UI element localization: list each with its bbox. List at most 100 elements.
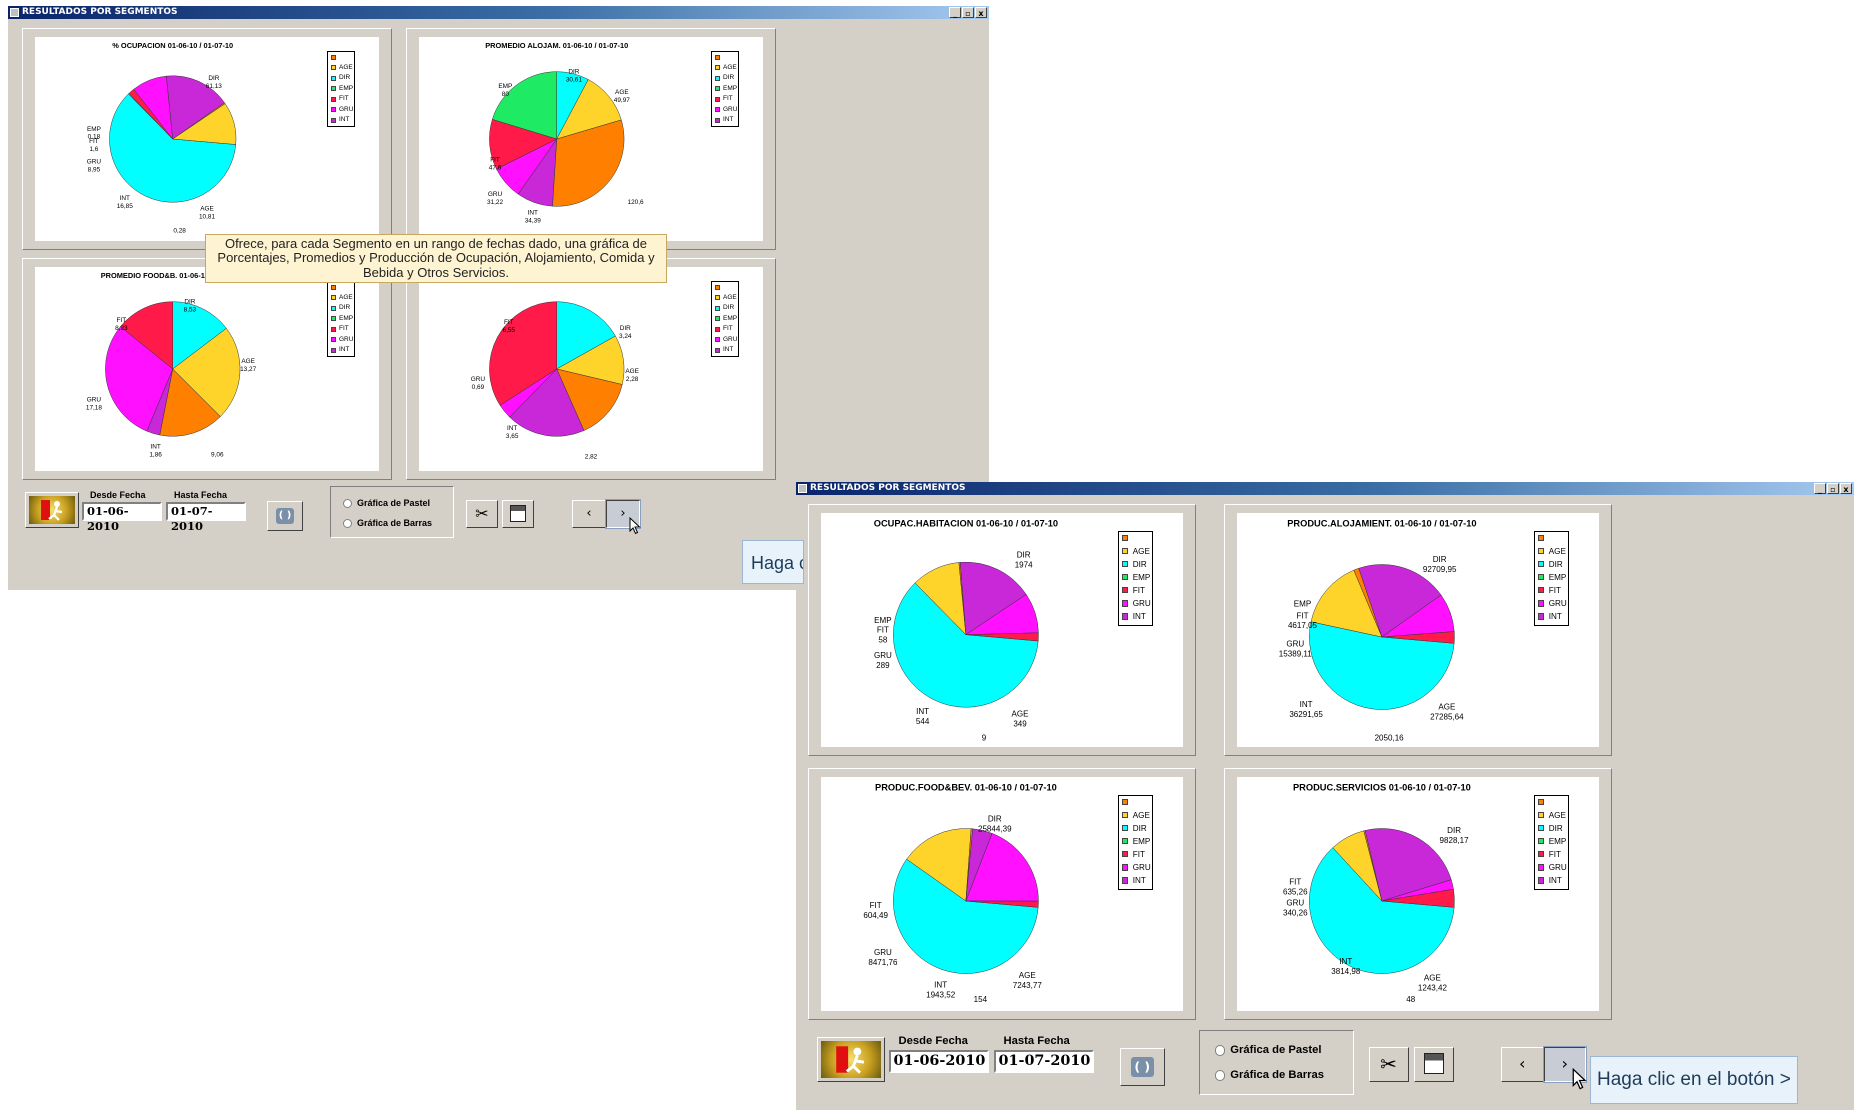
legend-item: AGE — [1119, 545, 1152, 558]
legend-item: EMP — [1119, 835, 1152, 848]
legend-label: DIR — [723, 74, 735, 81]
legend-label: EMP — [1132, 572, 1151, 582]
legend-swatch — [1122, 574, 1129, 581]
legend-item: GRU — [712, 105, 738, 116]
pie-chart-radio[interactable]: Gráfica de Pastel — [1214, 1044, 1322, 1056]
legend-swatch — [1538, 811, 1545, 818]
slice-label-value: 604,49 — [863, 911, 888, 920]
chart-title: PRODUC.ALOJAMIENT. 01-06-10 / 01-07-10 — [1287, 519, 1476, 529]
bar-chart-radio[interactable]: Gráfica de Barras — [1214, 1069, 1324, 1081]
legend-swatch — [331, 316, 336, 321]
exit-button[interactable] — [25, 492, 79, 528]
chart-title: PRODUC.FOOD&BEV. 01-06-10 / 01-07-10 — [875, 783, 1057, 793]
slice-label-value: 9 — [982, 734, 987, 743]
legend-swatch — [715, 316, 720, 321]
slice-label: 2,82 — [585, 454, 598, 461]
slice-label: INT34,39 — [525, 209, 541, 224]
refresh-icon: ( ) — [1131, 1056, 1154, 1077]
slice-label-value: 6,55 — [503, 327, 516, 334]
legend-label: AGE — [723, 293, 737, 301]
title-bar[interactable]: RESULTADOS POR SEGMENTOS _ ▫ x — [8, 6, 989, 19]
legend-item: EMP — [1119, 571, 1152, 584]
from-date-input[interactable]: 01-06-2010 — [888, 1049, 989, 1074]
legend-item: EMP — [712, 84, 738, 95]
slice-label: 9,06 — [211, 451, 224, 458]
slice-label: DIR9828,17 — [1440, 826, 1470, 845]
maximize-button[interactable]: ▫ — [1827, 483, 1839, 494]
maximize-button[interactable]: ▫ — [962, 7, 974, 18]
legend-swatch — [1538, 613, 1545, 620]
legend-swatch — [1122, 600, 1129, 607]
slice-label-value: 154 — [974, 995, 988, 1004]
legend-item: FIT — [1535, 584, 1568, 597]
legend-label: EMP — [1132, 836, 1151, 846]
from-date-label: Desde Fecha — [898, 1034, 968, 1047]
legend-item: FIT — [1119, 584, 1152, 597]
slice-label-value: 2050,16 — [1375, 734, 1405, 743]
slice-label: DIR3,24 — [619, 325, 632, 340]
previous-button[interactable]: ‹ — [1501, 1047, 1544, 1082]
legend-swatch — [715, 305, 720, 311]
minimize-button[interactable]: _ — [949, 7, 961, 18]
slice-label-value: 120,6 — [628, 199, 644, 206]
slice-label-name: EMP — [87, 126, 101, 133]
close-button[interactable]: x — [975, 7, 987, 18]
legend-swatch — [715, 86, 720, 91]
legend-item — [1535, 796, 1568, 809]
to-date-input[interactable]: 01-07-2010 — [166, 502, 246, 533]
cut-button[interactable]: ✂ — [466, 500, 498, 528]
slice-label-value: 3,65 — [506, 433, 519, 440]
chart-type-group: Gráfica de Pastel Gráfica de Barras — [330, 486, 454, 538]
legend-item: FIT — [1119, 848, 1152, 861]
slice-label-name: FIT — [89, 138, 99, 145]
save-button[interactable] — [1413, 1047, 1454, 1082]
legend-label: DIR — [1548, 823, 1563, 833]
legend-item — [1535, 532, 1568, 545]
legend-item: DIR — [1535, 822, 1568, 835]
legend-swatch — [331, 75, 336, 81]
exit-door-icon — [29, 496, 75, 524]
title-bar[interactable]: RESULTADOS POR SEGMENTOS _ ▫ x — [796, 482, 1854, 495]
floppy-disk-icon — [1423, 1053, 1444, 1075]
slice-label-name: GRU — [1286, 639, 1304, 648]
close-button[interactable]: x — [1840, 483, 1852, 494]
legend-swatch — [1538, 864, 1545, 871]
window-title: RESULTADOS POR SEGMENTOS — [22, 7, 178, 17]
slice-label-name: INT — [150, 444, 160, 451]
slice-label: GRU15389,11 — [1279, 639, 1312, 658]
pie-chart-radio[interactable]: Gráfica de Pastel — [343, 498, 430, 509]
slice-label: AGE1243,42 — [1418, 974, 1448, 993]
slice-label-value: 58 — [878, 635, 887, 644]
previous-button[interactable]: ‹ — [572, 500, 606, 528]
slice-label: DIR61,13 — [206, 75, 222, 90]
slice-label-name: FIT — [1289, 878, 1301, 887]
legend-swatch — [331, 54, 336, 60]
slice-label-name: INT — [1300, 700, 1313, 709]
legend-label: GRU — [723, 105, 738, 113]
legend-item: INT — [712, 345, 738, 356]
bar-chart-radio[interactable]: Gráfica de Barras — [343, 518, 432, 529]
slice-label-name: DIR — [620, 325, 631, 332]
refresh-button[interactable]: ( ) — [267, 501, 303, 531]
legend-label: INT — [1132, 876, 1146, 886]
slice-label-value: 61,13 — [206, 83, 222, 90]
slice-label-name: GRU — [471, 376, 486, 383]
exit-button[interactable] — [817, 1037, 885, 1082]
to-date-input[interactable]: 01-07-2010 — [993, 1049, 1094, 1074]
legend-item: INT — [1535, 610, 1568, 623]
slice-label: DIR8,53 — [184, 299, 197, 314]
save-button[interactable] — [502, 500, 534, 528]
slice-label: 2050,16 — [1375, 734, 1405, 743]
minimize-button[interactable]: _ — [1814, 483, 1826, 494]
legend-label: DIR — [1132, 559, 1147, 569]
slice-label-name: DIR — [1447, 826, 1461, 835]
legend-label: INT — [1548, 612, 1562, 622]
legend-swatch — [331, 96, 336, 102]
legend-swatch — [1538, 600, 1545, 607]
refresh-button[interactable]: ( ) — [1119, 1048, 1165, 1086]
cut-button[interactable]: ✂ — [1368, 1047, 1409, 1082]
legend-item: GRU — [1535, 861, 1568, 874]
legend-swatch — [715, 65, 720, 70]
legend-swatch — [1122, 587, 1129, 594]
from-date-input[interactable]: 01-06-2010 — [82, 502, 162, 533]
